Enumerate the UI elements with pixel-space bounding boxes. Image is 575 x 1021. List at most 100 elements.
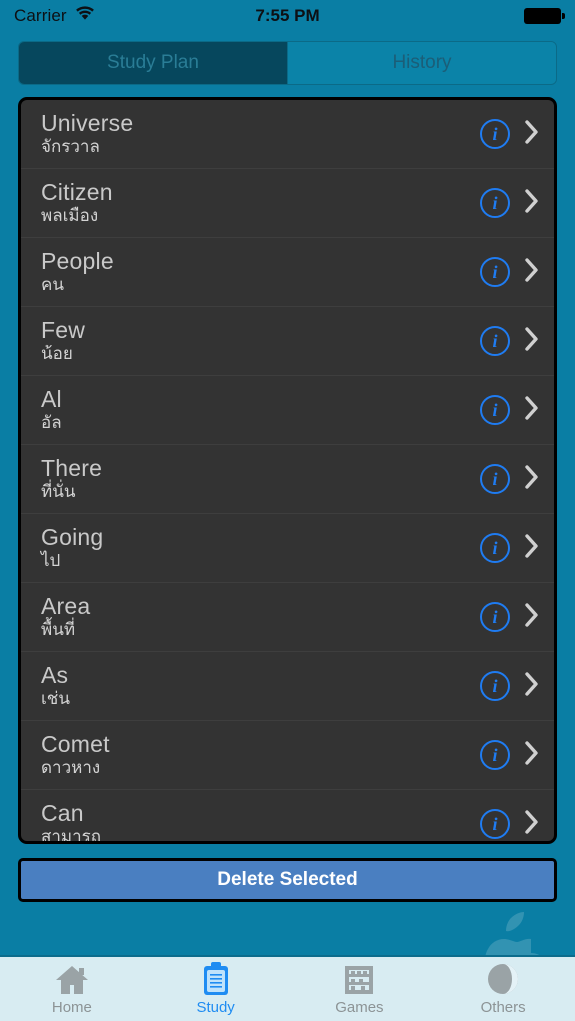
chevron-right-icon[interactable] — [524, 671, 540, 702]
tab-bar-label: Home — [51, 999, 92, 1016]
list-item-title: Few — [41, 317, 86, 344]
list-item[interactable]: Few น้อย i — [21, 307, 554, 376]
list-item[interactable]: Al อัล i — [21, 376, 554, 445]
list-item[interactable]: Comet ดาวหาง i — [21, 721, 554, 790]
list-item-translation: น้อย — [41, 344, 73, 364]
tab-study-plan[interactable]: Study Plan — [19, 42, 287, 84]
home-icon — [54, 962, 90, 996]
list-item-translation: คน — [41, 275, 64, 295]
info-circle-icon[interactable]: i — [480, 533, 510, 563]
list-item-text: Can สามารถ — [41, 800, 480, 844]
info-circle-icon[interactable]: i — [480, 464, 510, 494]
chevron-right-icon[interactable] — [524, 464, 540, 495]
status-bar-left: Carrier — [14, 6, 95, 26]
chevron-right-icon[interactable] — [524, 188, 540, 219]
list-item-text: Universe จักรวาล — [41, 111, 480, 156]
list-item-title: Can — [41, 800, 84, 827]
study-plan-list[interactable]: Universe จักรวาล i Citizen พลเมือง i Peo… — [18, 97, 557, 844]
list-item[interactable]: As เช่น i — [21, 652, 554, 721]
list-item-text: Citizen พลเมือง — [41, 180, 480, 225]
chevron-right-icon[interactable] — [524, 326, 540, 357]
segmented-control[interactable]: Study Plan History — [18, 41, 557, 85]
list-item-translation: จักรวาล — [41, 137, 100, 157]
list-item-title: There — [41, 455, 103, 482]
list-item-actions: i — [480, 326, 540, 357]
list-item-translation: พลเมือง — [41, 206, 99, 226]
list-item[interactable]: There ที่นั่น i — [21, 445, 554, 514]
list-item-text: Going ไป — [41, 525, 480, 570]
list-item-actions: i — [480, 740, 540, 771]
chevron-right-icon[interactable] — [524, 740, 540, 771]
info-circle-icon[interactable]: i — [480, 809, 510, 839]
list-item-translation: ดาวหาง — [41, 758, 101, 778]
info-circle-icon[interactable]: i — [480, 740, 510, 770]
list-item-title: Al — [41, 386, 62, 413]
list-item-text: Area พื้นที่ — [41, 594, 480, 639]
list-item[interactable]: Citizen พลเมือง i — [21, 169, 554, 238]
list-item-title: Citizen — [41, 179, 113, 206]
chevron-right-icon[interactable] — [524, 533, 540, 564]
chevron-right-icon[interactable] — [524, 257, 540, 288]
list-item[interactable]: Universe จักรวาล i — [21, 100, 554, 169]
list-item-actions: i — [480, 464, 540, 495]
list-item-translation: ไป — [41, 551, 61, 571]
list-item-title: Area — [41, 593, 91, 620]
tab-bar-item-games[interactable]: Games — [288, 957, 432, 1021]
list-item-translation: ที่นั่น — [41, 482, 76, 502]
list-item-text: There ที่นั่น — [41, 456, 480, 501]
list-item-text: As เช่น — [41, 663, 480, 708]
list-item-actions: i — [480, 809, 540, 840]
chevron-right-icon[interactable] — [524, 809, 540, 840]
list-item-text: Al อัล — [41, 387, 480, 432]
list-item-actions: i — [480, 533, 540, 564]
list-item-actions: i — [480, 188, 540, 219]
tab-bar-item-home[interactable]: Home — [0, 957, 144, 1021]
pie-circle-icon — [486, 962, 520, 996]
status-bar: Carrier 7:55 PM — [0, 0, 575, 31]
tab-bar-label: Games — [335, 999, 384, 1016]
clipboard-icon — [201, 962, 231, 996]
list-item-title: Going — [41, 524, 104, 551]
list-item-translation: เช่น — [41, 689, 70, 709]
list-item-title: Comet — [41, 731, 110, 758]
battery-full-icon — [524, 7, 565, 24]
list-item[interactable]: People คน i — [21, 238, 554, 307]
delete-button-container: Delete Selected — [0, 844, 575, 902]
wifi-icon — [75, 5, 95, 26]
list-item-translation: พื้นที่ — [41, 620, 76, 640]
list-item-actions: i — [480, 671, 540, 702]
tab-bar-label: Others — [480, 999, 526, 1016]
list-item-actions: i — [480, 395, 540, 426]
list-item-title: As — [41, 662, 69, 689]
list-item-title: People — [41, 248, 114, 275]
carrier-label: Carrier — [14, 5, 67, 25]
info-circle-icon[interactable]: i — [480, 326, 510, 356]
delete-selected-button[interactable]: Delete Selected — [18, 858, 557, 902]
list-item[interactable]: Going ไป i — [21, 514, 554, 583]
list-item[interactable]: Can สามารถ i — [21, 790, 554, 844]
list-item-text: People คน — [41, 249, 480, 294]
list-item[interactable]: Area พื้นที่ i — [21, 583, 554, 652]
status-bar-right — [524, 7, 565, 24]
list-item-actions: i — [480, 119, 540, 150]
chevron-right-icon[interactable] — [524, 119, 540, 150]
chevron-right-icon[interactable] — [524, 395, 540, 426]
list-item-text: Comet ดาวหาง — [41, 732, 480, 777]
tab-bar-item-study[interactable]: Study — [144, 957, 288, 1021]
info-circle-icon[interactable]: i — [480, 119, 510, 149]
info-circle-icon[interactable]: i — [480, 257, 510, 287]
segmented-control-container: Study Plan History — [0, 31, 575, 97]
list-item-actions: i — [480, 602, 540, 633]
abacus-icon — [342, 962, 376, 996]
chevron-right-icon[interactable] — [524, 602, 540, 633]
tab-bar-label: Study — [196, 999, 235, 1016]
info-circle-icon[interactable]: i — [480, 188, 510, 218]
tab-bar: Home Study Games Others — [0, 955, 575, 1021]
list-item-text: Few น้อย — [41, 318, 480, 363]
info-circle-icon[interactable]: i — [480, 602, 510, 632]
info-circle-icon[interactable]: i — [480, 671, 510, 701]
list-item-translation: สามารถ — [41, 827, 102, 844]
info-circle-icon[interactable]: i — [480, 395, 510, 425]
tab-bar-item-others[interactable]: Others — [431, 957, 575, 1021]
tab-history[interactable]: History — [287, 42, 556, 84]
